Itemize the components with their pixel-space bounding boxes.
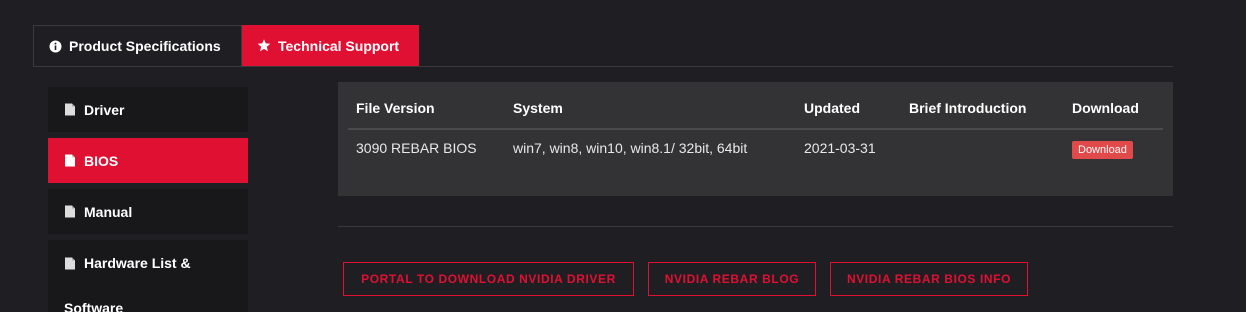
nvidia-rebar-blog-button[interactable]: NVIDIA REBAR BLOG [648,262,816,296]
download-button[interactable]: Download [1072,141,1133,159]
sidebar-item-label: Driver [84,101,125,118]
star-icon [257,39,271,52]
sidebar-item-bios[interactable]: BIOS [48,138,248,183]
tab-bar: Product Specifications Technical Support [33,25,419,67]
nvidia-driver-portal-button[interactable]: PORTAL TO DOWNLOAD NVIDIA DRIVER [343,262,634,296]
tab-product-specifications-label: Product Specifications [69,38,221,54]
tab-divider [33,66,1173,67]
document-icon [64,154,76,167]
column-header-system: System [513,100,563,116]
sidebar: Driver BIOS Manual Hardware List & Softw… [48,87,248,312]
info-icon [49,40,62,53]
column-header-download: Download [1072,100,1139,116]
section-divider [338,226,1173,227]
updated-cell: 2021-03-31 [804,140,876,156]
column-header-file-version: File Version [356,100,435,116]
column-header-updated: Updated [804,100,860,116]
document-icon [64,103,76,116]
system-cell: win7, win8, win10, win8.1/ 32bit, 64bit [513,140,748,156]
downloads-table: File Version System Updated Brief Introd… [338,82,1173,196]
sidebar-item-label: Hardware List & [84,255,191,271]
sidebar-item-driver[interactable]: Driver [48,87,248,132]
sidebar-item-label: BIOS [84,152,119,169]
sidebar-item-label: Manual [84,203,133,220]
document-icon [64,257,76,270]
link-buttons: PORTAL TO DOWNLOAD NVIDIA DRIVER NVIDIA … [343,262,1042,296]
table-header: File Version System Updated Brief Introd… [348,100,1163,130]
table-row: 3090 REBAR BIOS win7, win8, win10, win8.… [348,140,1163,170]
tab-technical-support[interactable]: Technical Support [242,25,419,66]
document-icon [64,205,76,218]
nvidia-rebar-bios-info-button[interactable]: NVIDIA REBAR BIOS INFO [830,262,1028,296]
tab-technical-support-label: Technical Support [278,37,400,54]
tab-product-specifications[interactable]: Product Specifications [33,25,242,66]
file-version-cell: 3090 REBAR BIOS [356,140,477,156]
sidebar-item-hardware-list[interactable]: Hardware List & Software [48,240,248,312]
sidebar-item-manual[interactable]: Manual [48,189,248,234]
column-header-brief-introduction: Brief Introduction [909,100,1027,116]
sidebar-item-label-continued: Software [64,300,124,312]
